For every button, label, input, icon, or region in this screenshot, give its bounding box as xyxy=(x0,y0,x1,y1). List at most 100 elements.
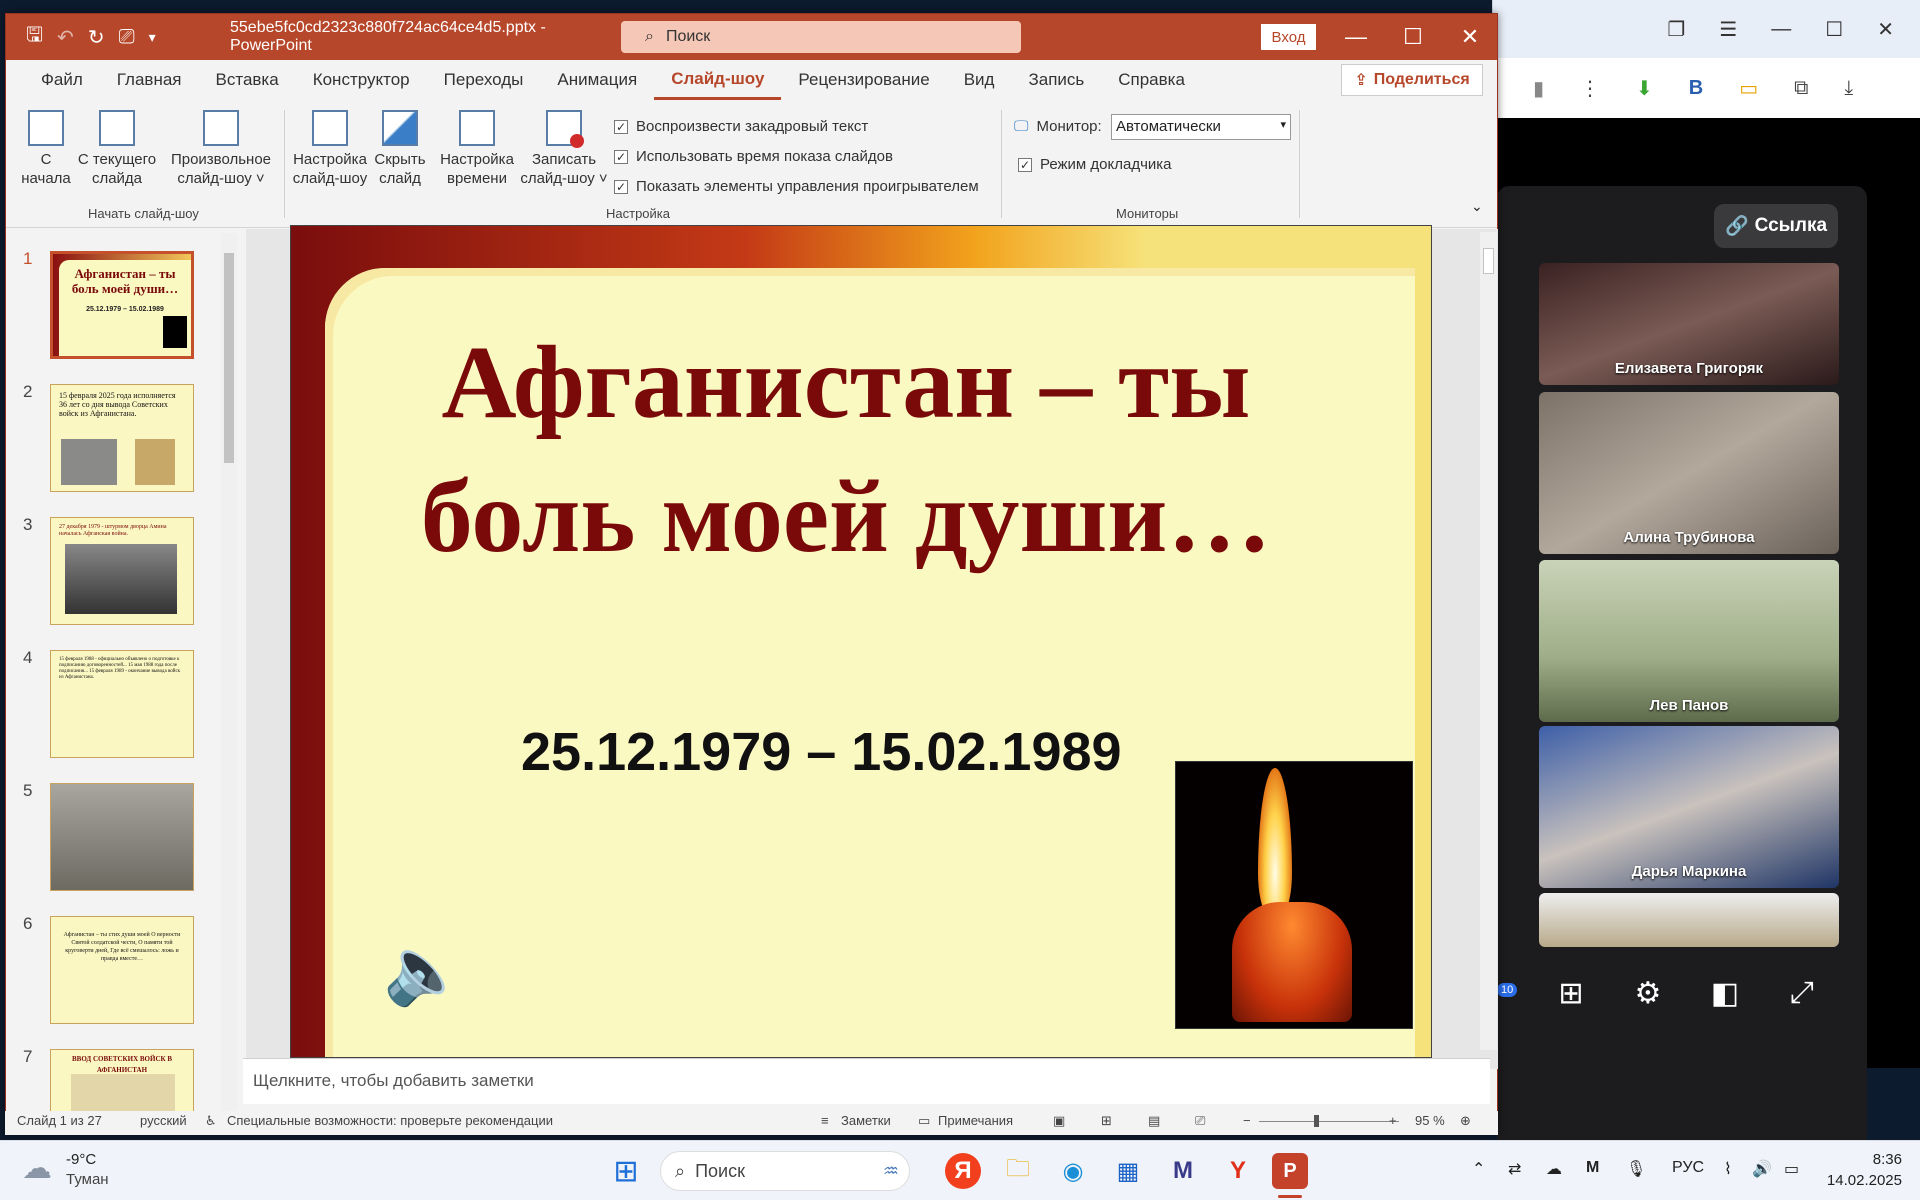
slide-scrollbar[interactable] xyxy=(1480,232,1497,1050)
language-indicator[interactable]: русский xyxy=(140,1113,187,1128)
weather-description[interactable]: Туман xyxy=(66,1171,109,1188)
comments-toggle[interactable]: Примечания xyxy=(938,1113,1013,1128)
normal-view-icon[interactable]: ▣ xyxy=(1053,1113,1065,1129)
downloads-icon[interactable]: ⤓ xyxy=(1844,77,1853,100)
volume-icon[interactable]: 🔊 xyxy=(1752,1159,1772,1179)
windows-start-icon[interactable]: ⊞ xyxy=(608,1153,644,1189)
setup-slideshow-button[interactable]: Настройка слайд-шоу xyxy=(290,110,370,188)
scrollbar-thumb[interactable] xyxy=(1483,248,1494,274)
reading-view-icon[interactable]: ▤ xyxy=(1148,1113,1160,1129)
collapse-ribbon-icon[interactable]: ⌄ xyxy=(1471,198,1483,215)
undo-icon[interactable]: ↶ xyxy=(57,25,74,50)
maximize-icon[interactable]: ☐ xyxy=(1393,24,1433,50)
accessibility-status[interactable]: Специальные возможности: проверьте реком… xyxy=(227,1113,553,1128)
scrollbar-thumb[interactable] xyxy=(224,253,234,463)
tab-record[interactable]: Запись xyxy=(1011,60,1101,100)
tab-slide-show[interactable]: Слайд-шоу xyxy=(654,60,782,100)
presenter-view-checkbox[interactable]: ✓ Режим докладчика xyxy=(1018,156,1172,173)
minimize-icon[interactable]: — xyxy=(1336,24,1376,50)
rehearse-timings-button[interactable]: Настройка времени xyxy=(436,110,518,188)
yandex-icon[interactable]: Y xyxy=(1220,1153,1256,1189)
app-m-icon[interactable]: M xyxy=(1165,1153,1201,1189)
maximize-icon[interactable]: ☐ xyxy=(1825,17,1843,42)
participant-tile[interactable] xyxy=(1539,893,1839,947)
save-icon[interactable]: 🖫 xyxy=(26,20,43,54)
custom-slideshow-button[interactable]: Произвольное слайд-шоу ˅ xyxy=(166,110,276,188)
close-icon[interactable]: ✕ xyxy=(1450,24,1490,50)
record-slideshow-button[interactable]: Записать слайд-шоу ˅ xyxy=(518,110,610,188)
zoom-out-icon[interactable]: − xyxy=(1243,1113,1251,1128)
tab-insert[interactable]: Вставка xyxy=(199,60,296,100)
redo-icon[interactable]: ↻ xyxy=(88,25,105,50)
slide-dates[interactable]: 25.12.1979 – 15.02.1989 xyxy=(521,721,1122,783)
from-current-slide-button[interactable]: С текущего слайда xyxy=(72,110,162,188)
layout-icon[interactable]: ◧ xyxy=(1705,976,1745,1011)
current-slide[interactable]: Афганистан – ты боль моей души… 25.12.19… xyxy=(290,225,1432,1058)
slide-counter[interactable]: Слайд 1 из 27 xyxy=(17,1113,102,1128)
tab-transitions[interactable]: Переходы xyxy=(427,60,541,100)
settings-gear-icon[interactable]: ⚙ xyxy=(1628,976,1668,1011)
from-beginning-button[interactable]: Сначала xyxy=(16,110,76,188)
bookmark-icon[interactable]: ▮ xyxy=(1533,76,1544,101)
thumbnail-slide-3[interactable]: 27 декабря 1979 - штурмом дворца Амина н… xyxy=(50,517,194,625)
thumbnail-slide-4[interactable]: 15 февраля 1988 - официально объявлено о… xyxy=(50,650,194,758)
candle-image[interactable] xyxy=(1175,761,1413,1029)
tray-app-icon[interactable]: ⇄ xyxy=(1508,1159,1521,1179)
yandex-browser-icon[interactable]: Я xyxy=(945,1153,981,1189)
zoom-slider[interactable] xyxy=(1259,1121,1399,1122)
hide-slide-button[interactable]: Скрыть слайд xyxy=(369,110,431,188)
thumbnail-slide-2[interactable]: 15 февраля 2025 года исполняется 36 лет … xyxy=(50,384,194,492)
play-narrations-checkbox[interactable]: ✓ Воспроизвести закадровый текст xyxy=(614,118,868,135)
extensions-icon[interactable]: ⧉ xyxy=(1794,77,1808,100)
battery-icon[interactable]: ▭ xyxy=(1784,1159,1799,1179)
search-box[interactable]: ⌕ Поиск xyxy=(621,21,1021,53)
input-language[interactable]: РУС xyxy=(1672,1159,1704,1177)
fullscreen-icon[interactable]: ⤢ xyxy=(1782,976,1822,1010)
monitor-select[interactable]: Автоматически ▾ xyxy=(1111,114,1291,140)
participant-tile[interactable]: Елизавета Григоряк xyxy=(1539,263,1839,385)
bookmark-icon[interactable]: ❐ xyxy=(1667,17,1685,42)
extension-icon[interactable]: В xyxy=(1689,77,1703,100)
show-hidden-icons-chevron-icon[interactable]: ⌃ xyxy=(1472,1159,1485,1179)
audio-speaker-icon[interactable]: 🔈 xyxy=(383,932,465,1010)
tray-m-icon[interactable]: M xyxy=(1586,1159,1599,1177)
customize-toolbar-icon[interactable]: ▾ xyxy=(149,29,156,46)
copy-link-button[interactable]: 🔗 Ссылка xyxy=(1714,204,1838,248)
notes-pane[interactable]: Щелкните, чтобы добавить заметки xyxy=(243,1058,1490,1104)
tab-view[interactable]: Вид xyxy=(947,60,1012,100)
slideshow-view-icon[interactable]: ⎚ xyxy=(1195,1113,1205,1129)
zoom-level[interactable]: 95 % xyxy=(1415,1113,1445,1128)
share-button[interactable]: ⇪ Поделиться xyxy=(1341,64,1483,96)
thumbnail-slide-6[interactable]: Афганистан – ты стих души моей О верност… xyxy=(50,916,194,1024)
wifi-icon[interactable]: ⌇ xyxy=(1724,1159,1732,1179)
minimize-icon[interactable]: — xyxy=(1771,18,1791,41)
zoom-in-icon[interactable]: + xyxy=(1389,1113,1397,1128)
close-icon[interactable]: ✕ xyxy=(1877,17,1894,42)
weather-temp[interactable]: -9°C xyxy=(66,1151,96,1168)
tab-home[interactable]: Главная xyxy=(100,60,199,100)
weather-cloud-icon[interactable]: ☁ xyxy=(22,1151,52,1186)
notes-toggle[interactable]: Заметки xyxy=(841,1113,891,1128)
tab-design[interactable]: Конструктор xyxy=(296,60,427,100)
onedrive-cloud-icon[interactable]: ☁ xyxy=(1546,1159,1562,1179)
taskbar-search[interactable]: ⌕ Поиск ♒ xyxy=(660,1151,910,1191)
sign-in-button[interactable]: Вход xyxy=(1261,24,1316,50)
slide-sorter-icon[interactable]: ⊞ xyxy=(1101,1113,1112,1129)
microphone-icon[interactable]: 🎙 xyxy=(1626,1159,1646,1179)
tab-review[interactable]: Рецензирование xyxy=(781,60,946,100)
download-arrow-icon[interactable]: ⬇ xyxy=(1636,76,1653,101)
edge-icon[interactable]: ◉ xyxy=(1055,1153,1091,1189)
zoom-slider-thumb[interactable] xyxy=(1314,1115,1319,1127)
show-media-controls-checkbox[interactable]: ✓ Показать элементы управления проигрыва… xyxy=(614,178,979,195)
grid-view-icon[interactable]: ⊞ xyxy=(1551,976,1591,1011)
thumbnail-slide-1[interactable]: Афганистан – ты боль моей души… 25.12.19… xyxy=(50,251,194,359)
present-icon[interactable]: ⎚ xyxy=(119,26,135,49)
tab-file[interactable]: Файл xyxy=(24,60,100,100)
fit-slide-icon[interactable]: ⊕ xyxy=(1460,1113,1471,1129)
battery-icon[interactable]: ▭ xyxy=(1739,76,1758,101)
file-explorer-icon[interactable]: 🗀 xyxy=(1000,1153,1036,1189)
slide-title[interactable]: Афганистан – ты боль моей души… xyxy=(291,316,1401,584)
participant-tile[interactable]: Алина Трубинова xyxy=(1539,392,1839,554)
thumbnail-slide-5[interactable] xyxy=(50,783,194,891)
participant-tile[interactable]: Дарья Маркина xyxy=(1539,726,1839,888)
